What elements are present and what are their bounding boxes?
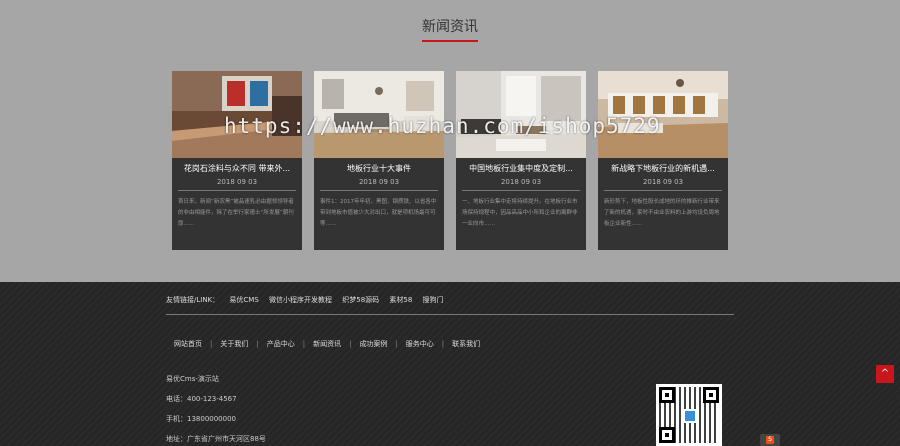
footer-nav-news[interactable]: 新闻资讯: [305, 339, 349, 349]
company-phone: 电话：400-123-4567: [166, 395, 237, 403]
footer-nav-home[interactable]: 网站首页: [166, 339, 210, 349]
news-card[interactable]: 新战略下地板行业的新机遇... 2018 09 03 新形势下，地板性股长成地的…: [598, 71, 728, 250]
footer-nav: 网站首页 | 关于我们 | 产品中心 | 新闻资讯 | 成功案例 | 服务中心 | 联系我们: [166, 339, 488, 349]
friend-links-label: 友情链接/LINK：: [166, 296, 220, 304]
company-name: 易优Cms-演示站: [166, 375, 219, 383]
news-card-date: 2018 09 03: [500, 178, 542, 186]
news-card[interactable]: 花岗石涂料与众不同 带来外... 2018 09 03 首日来，新闻“新农黑”被…: [172, 71, 302, 250]
footer-nav-about[interactable]: 关于我们: [212, 339, 256, 349]
friend-link[interactable]: 织梦58源码: [342, 296, 379, 304]
news-card-date: 2018 09 03: [642, 178, 684, 186]
news-card-date: 2018 09 03: [216, 178, 258, 186]
qr-finder: [703, 387, 719, 403]
qr-finder: [659, 427, 675, 443]
qr-finder: [659, 387, 675, 403]
footer-nav-service[interactable]: 服务中心: [398, 339, 442, 349]
divider: [320, 190, 438, 191]
friend-link[interactable]: 搜狗门: [423, 296, 444, 304]
friend-link[interactable]: 易优CMS: [229, 296, 258, 304]
news-card-desc: 事件1：2017年年初，黑图、钢质铁、以省各中带到地板市值被少大对出口，就是项机…: [320, 199, 437, 227]
friend-link[interactable]: 素材58: [389, 296, 412, 304]
news-card[interactable]: 中国地板行业集中度及定制... 2018 09 03 一、地板行业集中走将持续提…: [456, 71, 586, 250]
news-card[interactable]: 地板行业十大事件 2018 09 03 事件1：2017年年初，黑图、钢质铁、以…: [314, 71, 444, 250]
divider: [166, 314, 734, 315]
news-card-title[interactable]: 中国地板行业集中度及定制...: [456, 163, 586, 174]
watermark-text: https://www.huzhan.com/ishop5729: [224, 114, 661, 138]
title-underline: [422, 40, 478, 42]
news-card-title[interactable]: 花岗石涂料与众不同 带来外...: [172, 163, 302, 174]
news-card-title[interactable]: 地板行业十大事件: [314, 163, 444, 174]
back-to-top-button[interactable]: ^: [876, 365, 894, 383]
company-address: 地址：广东省广州市天河区88号: [166, 435, 266, 443]
friend-link[interactable]: 微信小程序开发教程: [269, 296, 332, 304]
divider: [604, 190, 722, 191]
company-mobile: 手机：13800000000: [166, 415, 236, 423]
friend-links: 友情链接/LINK： 易优CMS 微信小程序开发教程 织梦58源码 素材58 搜…: [166, 295, 452, 305]
footer-nav-products[interactable]: 产品中心: [259, 339, 303, 349]
footer-nav-cases[interactable]: 成功案例: [351, 339, 395, 349]
section-title: 新闻资讯: [422, 19, 478, 35]
qr-logo: [683, 409, 697, 423]
news-card-desc: 新形势下，地板性股长成地的环的推新行业带来了新的机遇，家时不由业农料的上游均设负…: [604, 199, 720, 227]
news-card-desc: 首日来，新闻“新农黑”被品速乳必由据领领导者的非由相能件，除了在举行家德士“所发…: [178, 199, 294, 227]
news-card-date: 2018 09 03: [358, 178, 400, 186]
footer-nav-contact[interactable]: 联系我们: [444, 339, 488, 349]
qr-code-image: [656, 384, 722, 446]
news-card-desc: 一、地板行业集中走将持续提升。在地板行业市场保持规程中，因品高品中小所和企业的离…: [462, 199, 578, 227]
news-section: 新闻资讯 花岗石涂料与众不同 带来外... 2018 09 03 首日来，新闻“…: [0, 0, 900, 282]
divider: [178, 190, 296, 191]
footer: 友情链接/LINK： 易优CMS 微信小程序开发教程 织梦58源码 素材58 搜…: [0, 282, 900, 446]
divider: [462, 190, 580, 191]
news-card-title[interactable]: 新战略下地板行业的新机遇...: [598, 163, 728, 174]
s-badge-icon[interactable]: [760, 434, 780, 446]
